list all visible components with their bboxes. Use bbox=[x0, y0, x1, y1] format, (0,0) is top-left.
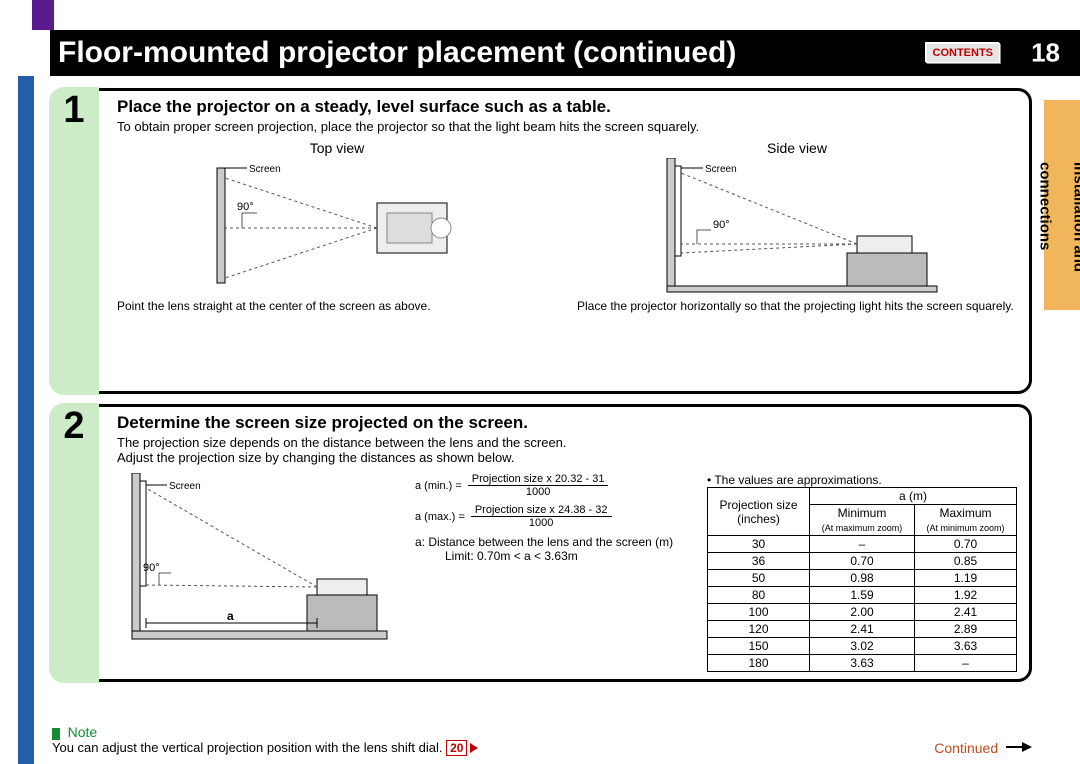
arrow-right-icon bbox=[1006, 741, 1032, 753]
col-min: Minimum (At maximum zoom) bbox=[810, 505, 915, 536]
step1-number: 1 bbox=[49, 87, 99, 395]
page-number: 18 bbox=[1031, 38, 1060, 69]
top-view-diagram: Screen 90° bbox=[117, 158, 557, 293]
chevron-right-icon bbox=[468, 742, 480, 754]
svg-text:90°: 90° bbox=[143, 562, 160, 574]
side-view: Side view Screen bbox=[577, 140, 1017, 313]
svg-text:90°: 90° bbox=[713, 219, 730, 231]
section-tab: Installation and connections bbox=[1044, 100, 1080, 310]
screen-label: Screen bbox=[249, 164, 281, 175]
page-ref-link[interactable]: 20 bbox=[446, 740, 480, 756]
side-view-caption: Place the projector horizontally so that… bbox=[577, 299, 1017, 313]
formula-min: a (min.) = Projection size x 20.32 - 31 … bbox=[415, 473, 689, 498]
distance-desc: a: Distance between the lens and the scr… bbox=[415, 535, 689, 549]
step2-diagram: Screen 90° a bbox=[117, 473, 397, 653]
note-icon bbox=[52, 728, 60, 740]
top-view-caption: Point the lens straight at the center of… bbox=[117, 299, 557, 313]
side-view-title: Side view bbox=[577, 140, 1017, 156]
table-row: 801.591.92 bbox=[708, 587, 1017, 604]
distance-limit: Limit: 0.70m < a < 3.63m bbox=[445, 549, 689, 563]
col-am: a (m) bbox=[810, 488, 1017, 505]
approx-note: • The values are approximations. bbox=[707, 473, 1017, 487]
svg-text:a: a bbox=[227, 609, 234, 623]
step2-heading: Determine the screen size projected on t… bbox=[117, 413, 1017, 433]
step2-number: 2 bbox=[49, 403, 99, 683]
title-bar: Floor-mounted projector placement (conti… bbox=[50, 30, 1080, 76]
table-row: 1803.63– bbox=[708, 655, 1017, 672]
step2-panel: 2 Determine the screen size projected on… bbox=[50, 404, 1032, 682]
note-text: You can adjust the vertical projection p… bbox=[52, 740, 442, 755]
col-max: Maximum (At minimum zoom) bbox=[914, 505, 1016, 536]
note-label: Note bbox=[68, 724, 98, 740]
step2-diagram-wrap: Screen 90° a bbox=[117, 473, 397, 672]
note-area: Note You can adjust the vertical project… bbox=[52, 724, 1032, 756]
table-row: 1002.002.41 bbox=[708, 604, 1017, 621]
col-size: Projection size (inches) bbox=[708, 488, 810, 536]
angle-label: 90° bbox=[237, 201, 254, 213]
left-rail bbox=[18, 76, 34, 764]
continued-link[interactable]: Continued bbox=[934, 740, 1032, 756]
top-view: Top view Screen bbox=[117, 140, 557, 313]
step1-heading: Place the projector on a steady, level s… bbox=[117, 97, 1017, 117]
table-row: 1503.023.63 bbox=[708, 638, 1017, 655]
table-row: 30–0.70 bbox=[708, 536, 1017, 553]
formula-block: a (min.) = Projection size x 20.32 - 31 … bbox=[415, 473, 689, 672]
accent-bar bbox=[32, 0, 54, 30]
svg-text:Screen: Screen bbox=[705, 164, 737, 175]
table-row: 360.700.85 bbox=[708, 553, 1017, 570]
top-view-title: Top view bbox=[117, 140, 557, 156]
projection-table: Projection size (inches) a (m) Minimum (… bbox=[707, 487, 1017, 672]
contents-button[interactable]: CONTENTS bbox=[926, 43, 1001, 63]
step2-sub: The projection size depends on the dista… bbox=[117, 435, 1017, 465]
table-row: 1202.412.89 bbox=[708, 621, 1017, 638]
side-view-diagram: Screen 90° bbox=[577, 158, 1017, 293]
page-title: Floor-mounted projector placement (conti… bbox=[58, 36, 736, 70]
step1-panel: 1 Place the projector on a steady, level… bbox=[50, 88, 1032, 394]
table-row: 500.981.19 bbox=[708, 570, 1017, 587]
formula-max: a (max.) = Projection size x 24.38 - 32 … bbox=[415, 504, 689, 529]
step1-sub: To obtain proper screen projection, plac… bbox=[117, 119, 1017, 134]
svg-text:Screen: Screen bbox=[169, 481, 201, 492]
